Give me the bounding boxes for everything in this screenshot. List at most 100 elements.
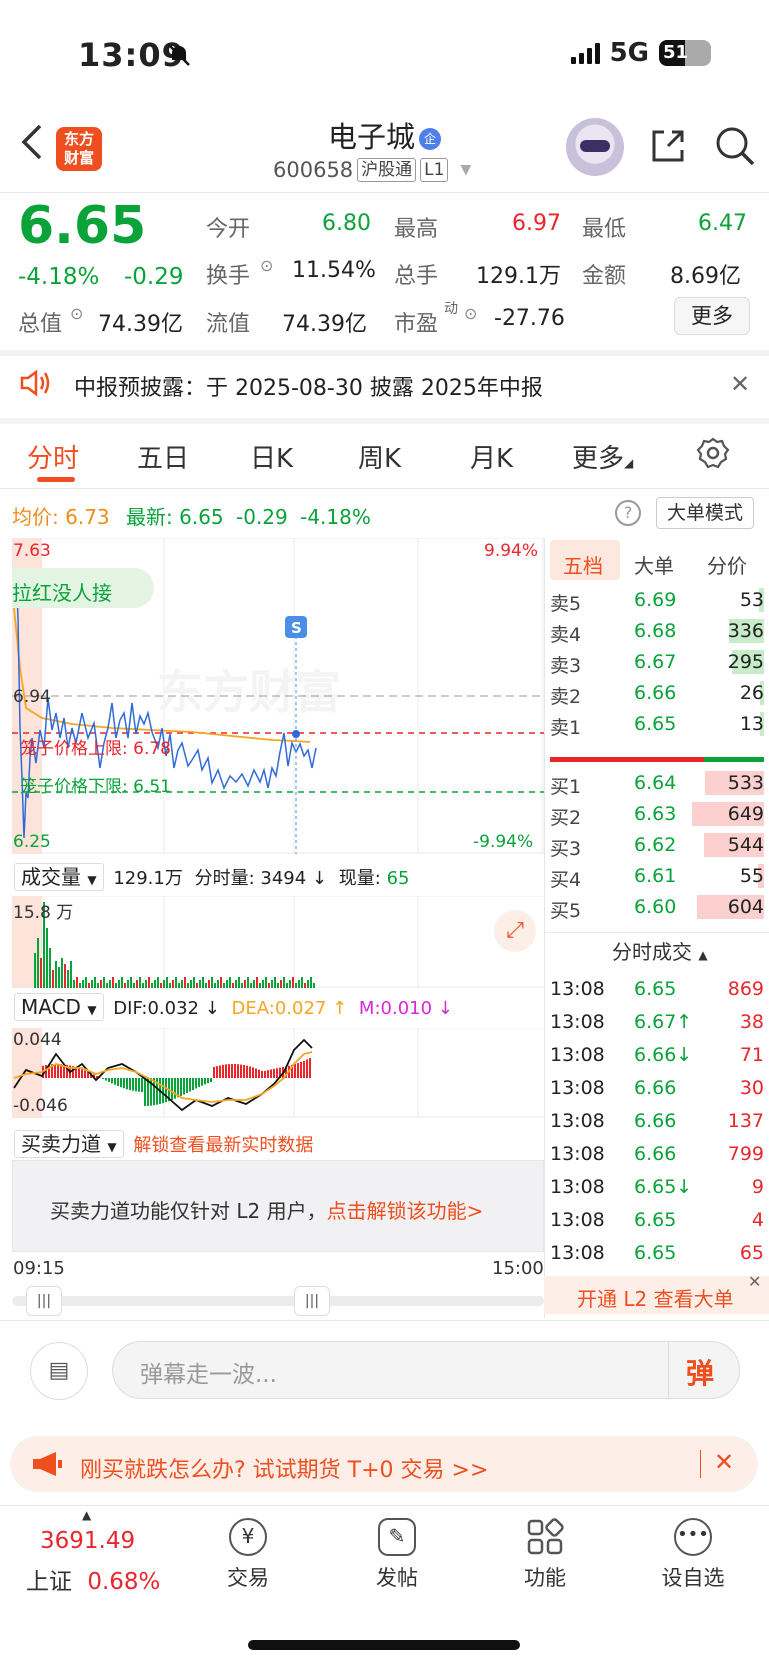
macd-bar: [309, 1058, 311, 1078]
assistant-avatar[interactable]: [566, 118, 624, 176]
ask-row-1[interactable]: 卖5 6.69 53: [550, 586, 764, 616]
nav-functions[interactable]: 功能: [490, 1518, 600, 1592]
volume-bar: [181, 980, 183, 988]
volume-bar: [109, 980, 111, 988]
nav-post[interactable]: ✎ 发帖: [342, 1518, 452, 1592]
trade-volume: 9: [751, 1176, 764, 1198]
trade-price: 6.65: [634, 1242, 677, 1264]
volume-bar: [184, 977, 186, 988]
time-scrubber-track[interactable]: [12, 1296, 544, 1306]
chart-info-line: 均价: 6.73 最新: 6.65 -0.29 -4.18%: [12, 505, 371, 529]
volume-bar: [58, 967, 60, 988]
turnover-value: 11.54%: [292, 258, 376, 283]
volume-bar: [115, 983, 117, 988]
search-icon[interactable]: [713, 124, 757, 172]
promo-close-icon[interactable]: ✕: [714, 1448, 734, 1476]
promo-text[interactable]: 刚买就跌怎么办? 试试期货 T+0 交易 >>: [80, 1452, 488, 1484]
volume-bar: [262, 980, 264, 988]
ask-row-5[interactable]: 卖1 6.65 13: [550, 710, 764, 740]
nav-trade[interactable]: ¥ 交易: [193, 1518, 303, 1592]
volume-bar: [211, 977, 213, 988]
volume-bar: [124, 983, 126, 988]
network-label: 5G: [609, 38, 649, 68]
ask-row-4[interactable]: 卖2 6.66 26: [550, 679, 764, 709]
ask-row-2[interactable]: 卖4 6.68 336: [550, 617, 764, 647]
volume-info-line: 成交量 ▼ 129.1万 分时量: 3494 ↓ 现量: 65: [14, 861, 409, 891]
level-volume: 649: [727, 803, 764, 825]
help-icon[interactable]: ?: [615, 500, 641, 526]
trade-price: 6.66: [634, 1077, 677, 1099]
level-label: 卖2: [550, 686, 582, 708]
time-axis-end: 15:00: [492, 1258, 544, 1279]
nav-watchlist[interactable]: ••• 设自选: [638, 1518, 748, 1592]
volume-selector[interactable]: 成交量 ▼: [14, 863, 104, 891]
volume-bar: [145, 980, 147, 988]
tab-five-levels[interactable]: 五档: [563, 550, 603, 579]
share-icon[interactable]: [648, 126, 688, 170]
volume-bar: [274, 977, 276, 988]
macd-bar: [255, 1068, 257, 1078]
expand-icon[interactable]: ⤢: [494, 910, 536, 952]
volume-bar: [166, 977, 168, 988]
volume-bar: [151, 983, 153, 988]
chart-y-bottom: 6.25: [13, 832, 51, 852]
volume-bar: [241, 983, 243, 988]
macd-bar: [213, 1067, 215, 1078]
settings-icon[interactable]: [696, 436, 730, 474]
info-icon[interactable]: ⊙: [260, 256, 273, 275]
scrubber-left-handle[interactable]: |||: [26, 1286, 62, 1316]
volume-bar: [85, 977, 87, 988]
info-icon[interactable]: ⊙: [70, 304, 83, 323]
trade-time: 13:08: [550, 1143, 605, 1165]
level-label: 买2: [550, 807, 582, 829]
index-row[interactable]: 上证 0.68%: [26, 1562, 160, 1596]
volume-bar: [235, 980, 237, 988]
dropdown-icon[interactable]: ▼: [460, 162, 471, 178]
close-icon[interactable]: ✕: [730, 370, 750, 398]
macd-selector[interactable]: MACD ▼: [14, 993, 104, 1021]
info-icon[interactable]: ⊙: [464, 304, 477, 323]
tab-price-distribution[interactable]: 分价: [707, 550, 747, 579]
tab-weekly-k[interactable]: 周K: [358, 438, 401, 475]
danmu-toggle-icon[interactable]: ▤: [30, 1342, 88, 1400]
big-order-mode-button[interactable]: 大单模式: [656, 497, 754, 529]
volume-bar: [73, 980, 75, 988]
danmu-divider: [668, 1341, 669, 1399]
danmu-send-button[interactable]: 弹: [686, 1352, 714, 1392]
volume-bar: [127, 980, 129, 988]
amount-value: 8.69亿: [670, 264, 741, 289]
ask-row-3[interactable]: 卖3 6.67 295: [550, 648, 764, 678]
bid-row-3[interactable]: 买3 6.62 544: [550, 831, 764, 861]
index-value[interactable]: 3691.49: [40, 1528, 135, 1554]
l2-close-icon[interactable]: ✕: [748, 1272, 761, 1291]
amount-label: 金额: [582, 264, 627, 289]
tab-daily-k[interactable]: 日K: [250, 438, 293, 475]
bid-row-5[interactable]: 买5 6.60 604: [550, 893, 764, 923]
trade-price: 6.66↓: [634, 1044, 693, 1066]
force-selector[interactable]: 买卖力道 ▼: [14, 1130, 124, 1158]
tab-five-day[interactable]: 五日: [137, 438, 189, 475]
volume-bar: [67, 970, 69, 988]
tab-more[interactable]: 更多◢: [572, 438, 633, 475]
volume-bar: [49, 948, 51, 988]
notice-text[interactable]: 中报预披露：于 2025-08-30 披露 2025年中报: [74, 370, 543, 402]
scrubber-right-handle[interactable]: |||: [294, 1286, 330, 1316]
volume-bar: [193, 977, 195, 988]
trades-title[interactable]: 分时成交 ▲: [612, 936, 708, 965]
l2-banner-text[interactable]: 开通 L2 查看大单: [577, 1283, 734, 1312]
low-value: 6.47: [698, 211, 747, 236]
macd-bar: [132, 1078, 134, 1091]
unlock-link[interactable]: 点击解锁该功能>: [327, 1199, 484, 1223]
tab-big-orders[interactable]: 大单: [634, 550, 674, 579]
volume-bar: [130, 977, 132, 988]
tab-monthly-k[interactable]: 月K: [470, 438, 513, 475]
grid-icon: [526, 1518, 564, 1556]
more-button[interactable]: 更多: [674, 297, 750, 335]
danmu-placeholder: 弹幕走一波...: [140, 1362, 277, 1388]
bid-row-1[interactable]: 买1 6.64 533: [550, 769, 764, 799]
volume-bar: [178, 983, 180, 988]
enterprise-badge: 企: [419, 128, 441, 150]
bid-row-2[interactable]: 买2 6.63 649: [550, 800, 764, 830]
tab-intraday[interactable]: 分时: [27, 438, 79, 475]
bid-row-4[interactable]: 买4 6.61 55: [550, 862, 764, 892]
